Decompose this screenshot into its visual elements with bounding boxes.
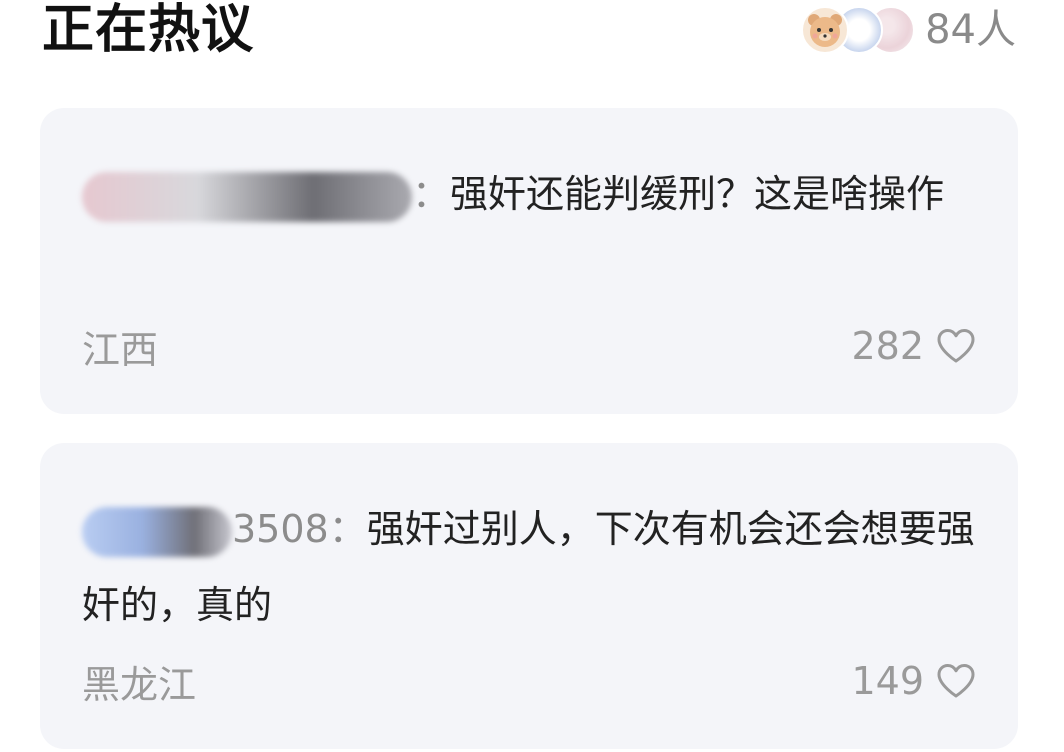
like-count: 282 <box>851 324 924 368</box>
blurred-username <box>82 506 232 557</box>
comment-content: 3508：强奸过别人，下次有机会还会想要强奸的，真的 <box>82 491 976 643</box>
comment-footer: 江西 282 <box>82 322 976 372</box>
username-separator: ： <box>328 507 367 551</box>
comment-content: ：强奸还能判缓刑？这是啥操作 <box>82 156 976 232</box>
comment-card[interactable]: ：强奸还能判缓刑？这是啥操作 江西 282 <box>40 108 1018 414</box>
username-separator: ： <box>412 172 451 216</box>
heart-icon[interactable] <box>936 663 976 699</box>
comment-footer: 黑龙江 149 <box>82 657 976 707</box>
heart-icon[interactable] <box>936 328 976 364</box>
comment-card[interactable]: 3508：强奸过别人，下次有机会还会想要强奸的，真的 黑龙江 149 <box>40 443 1018 749</box>
participant-avatars[interactable] <box>801 4 919 56</box>
username-suffix: 3508 <box>232 507 329 551</box>
location-label: 江西 <box>82 327 159 372</box>
blurred-username <box>82 171 412 222</box>
hot-discussion-page: 正在热议 84人 ：强奸还能判缓刑？这是啥操作 江西 282 3508：强奸过别… <box>0 0 1064 752</box>
bear-icon <box>808 14 843 47</box>
like-button[interactable]: 282 <box>851 324 976 368</box>
participants[interactable]: 84人 <box>801 4 1016 56</box>
section-title: 正在热议 <box>42 0 255 60</box>
bear-avatar[interactable] <box>801 6 850 54</box>
comment-text: 强奸还能判缓刑？这是啥操作 <box>450 172 945 216</box>
participant-count: 84人 <box>925 7 1016 53</box>
like-count: 149 <box>851 659 924 703</box>
location-label: 黑龙江 <box>82 662 197 707</box>
header: 正在热议 84人 <box>0 0 1064 80</box>
like-button[interactable]: 149 <box>851 659 976 703</box>
